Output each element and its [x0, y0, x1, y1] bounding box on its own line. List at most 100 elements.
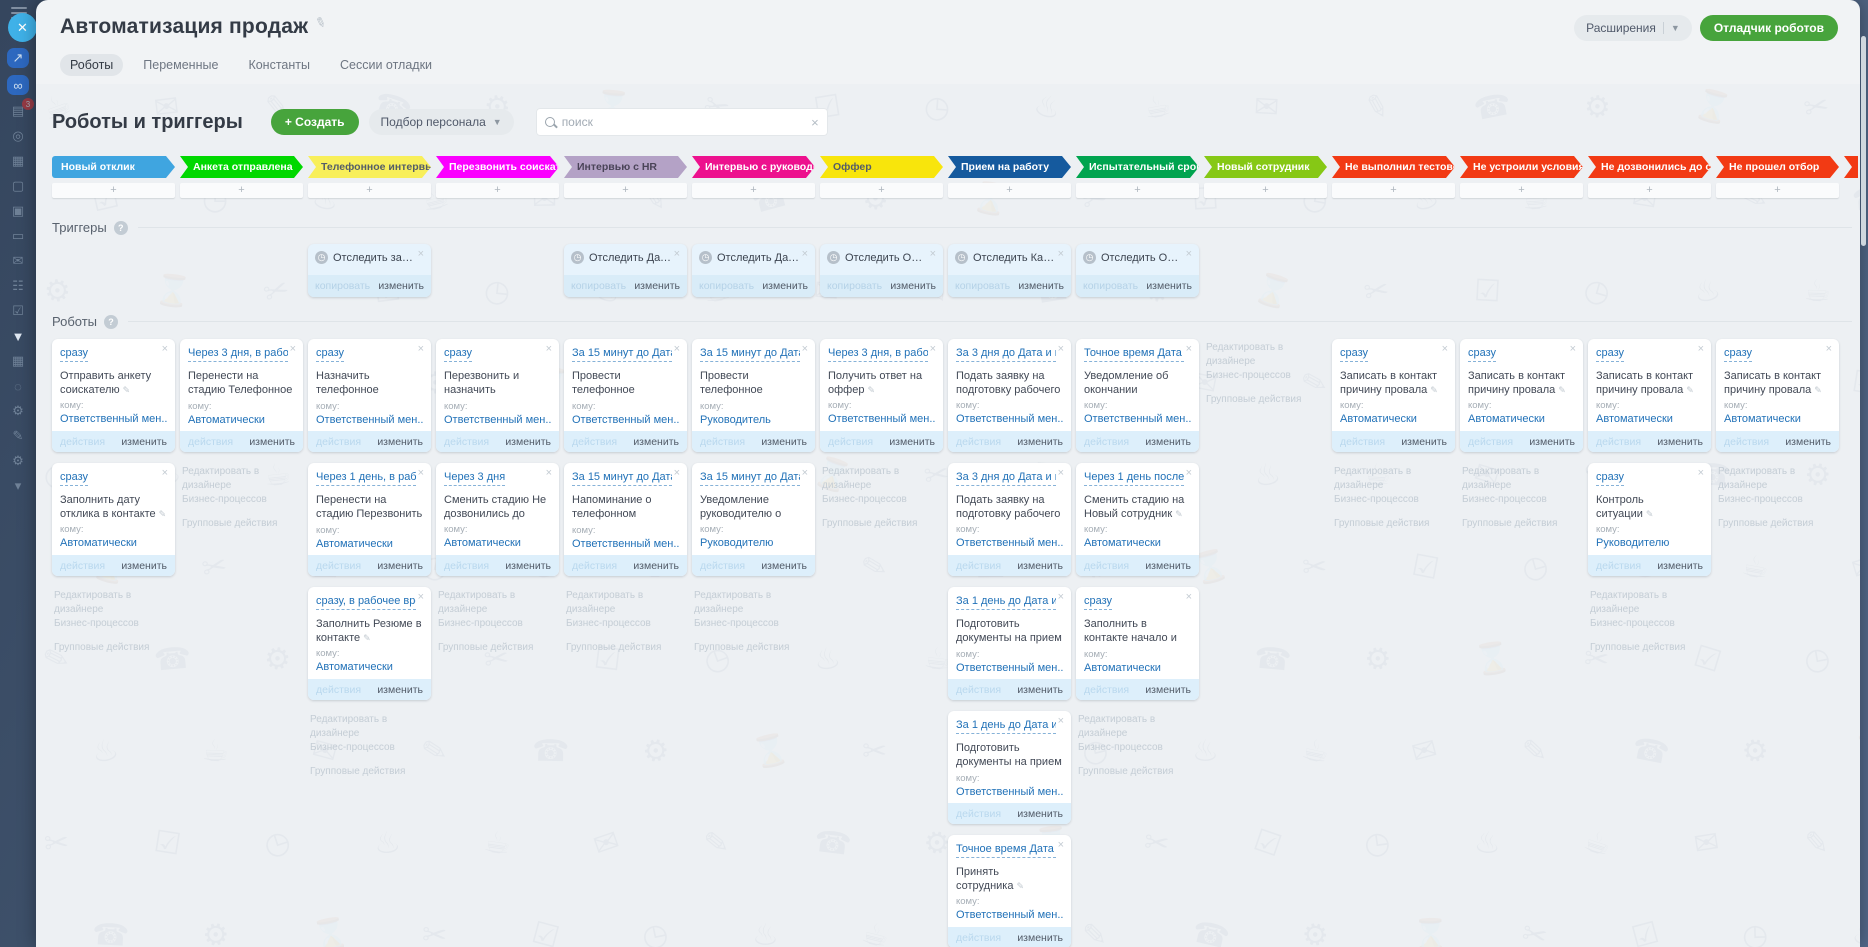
edit-link[interactable]: изменить	[1018, 280, 1064, 292]
close-icon[interactable]: ×	[802, 249, 808, 260]
mail-icon[interactable]: ✉	[7, 252, 29, 270]
crm-funnel-icon[interactable]: ▼	[7, 327, 29, 345]
trigger-card[interactable]: × ◷ Отследить Дату вс... копировать изменить	[564, 244, 687, 297]
robot-card[interactable]: ×Через 3 дня, в рабоче... Получить ответ …	[820, 339, 943, 452]
robot-actions-link[interactable]: действия	[1596, 436, 1641, 448]
robot-card[interactable]: × сразу Заполнить в контакте начало и окон…	[1076, 587, 1199, 700]
document-icon[interactable]: ▢	[7, 177, 29, 195]
group-actions-link[interactable]: Групповые действия	[1206, 393, 1325, 407]
close-icon[interactable]: ×	[1058, 249, 1064, 260]
add-robot-button[interactable]: +	[436, 183, 559, 198]
close-icon[interactable]: ×	[418, 344, 424, 355]
search-input[interactable]	[561, 115, 812, 129]
robot-edit-link[interactable]: изменить	[1017, 684, 1063, 696]
add-robot-button[interactable]: +	[1076, 183, 1199, 198]
close-icon[interactable]: ×	[418, 592, 424, 603]
close-icon[interactable]: ×	[674, 468, 680, 479]
target-icon[interactable]: ◎	[7, 127, 29, 145]
robot-delay-link[interactable]: сразу	[444, 346, 473, 362]
robot-edit-link[interactable]: изменить	[121, 436, 167, 448]
robot-card[interactable]: ×Точное время Дата и ... Принять сотрудни…	[948, 835, 1071, 947]
edit-pencil-icon[interactable]: ✎	[1686, 385, 1694, 395]
edit-pencil-icon[interactable]: ✎	[1646, 509, 1654, 519]
add-robot-button[interactable]: +	[308, 183, 431, 198]
close-icon[interactable]: ×	[674, 249, 680, 260]
robot-delay-link[interactable]: Через 3 дня, в рабоче...	[828, 346, 928, 362]
tasks-icon[interactable]: ☑	[7, 302, 29, 320]
robot-recipient-link[interactable]: Ответственный мен...	[956, 909, 1063, 921]
robot-delay-link[interactable]: сразу	[60, 470, 89, 486]
close-icon[interactable]: ×	[1186, 592, 1192, 603]
close-icon[interactable]: ×	[1442, 344, 1448, 355]
panel-scrollbar[interactable]	[1861, 36, 1866, 246]
robot-card[interactable]: × сразу Назначить телефонное интервью✎ кому…	[308, 339, 431, 452]
robot-recipient-link[interactable]: Автоматически	[316, 661, 423, 673]
group-actions-link[interactable]: Групповые действия	[1462, 517, 1581, 531]
edit-in-designer-link[interactable]: Редактировать в дизайнере	[1334, 465, 1453, 493]
business-processes-link[interactable]: Бизнес-процессов	[1590, 617, 1709, 631]
close-icon[interactable]: ×	[802, 468, 808, 479]
add-robot-button[interactable]: +	[180, 183, 303, 198]
business-processes-link[interactable]: Бизнес-процессов	[310, 741, 429, 755]
calendar2-icon[interactable]: ▦	[7, 352, 29, 370]
robot-card[interactable]: ×За 15 минут до Дата в... Уведомление рук…	[692, 463, 815, 576]
chat-icon[interactable]: ◌	[7, 377, 29, 395]
edit-in-designer-link[interactable]: Редактировать в дизайнере	[310, 713, 429, 741]
edit-in-designer-link[interactable]: Редактировать в дизайнере	[438, 589, 557, 617]
robot-edit-link[interactable]: изменить	[1145, 436, 1191, 448]
designer-note-links[interactable]: Редактировать в дизайнере Бизнес-процессо…	[1204, 339, 1327, 407]
designer-note-links[interactable]: Редактировать в дизайнере Бизнес-процессо…	[1716, 463, 1839, 531]
robot-recipient-link[interactable]: Автоматически	[1724, 413, 1831, 425]
copy-link[interactable]: копировать	[955, 280, 1010, 292]
robot-actions-link[interactable]: действия	[188, 436, 233, 448]
business-processes-link[interactable]: Бизнес-процессов	[1462, 493, 1581, 507]
tab-роботы[interactable]: Роботы	[60, 54, 124, 76]
robot-edit-link[interactable]: изменить	[1401, 436, 1447, 448]
robot-card[interactable]: × сразу Отправить анкету соискателю ✎ кому: О…	[52, 339, 175, 452]
business-processes-link[interactable]: Бизнес-процессов	[566, 617, 685, 631]
robot-card[interactable]: ×Через 1 день, в рабоч... Перенести на ст…	[308, 463, 431, 576]
designer-note-links[interactable]: Редактировать в дизайнере Бизнес-процессо…	[1588, 587, 1711, 655]
robot-recipient-link[interactable]: Автоматически	[316, 538, 423, 550]
robot-card[interactable]: × сразу Перезвонить и назначить телефонное…	[436, 339, 559, 452]
robot-card[interactable]: × Через 3 дня Сменить стадию Не дозвонилис…	[436, 463, 559, 576]
tab-переменные[interactable]: Переменные	[133, 54, 228, 76]
robot-card[interactable]: ×Точное время Дата ок... Уведомление об о…	[1076, 339, 1199, 452]
edit-link[interactable]: изменить	[378, 280, 424, 292]
edit-in-designer-link[interactable]: Редактировать в дизайнере	[694, 589, 813, 617]
close-icon[interactable]: ×	[162, 344, 168, 355]
add-robot-button[interactable]: +	[564, 183, 687, 198]
edit-in-designer-link[interactable]: Редактировать в дизайнере	[566, 589, 685, 617]
add-robot-button[interactable]: +	[820, 183, 943, 198]
robot-edit-link[interactable]: изменить	[1657, 560, 1703, 572]
robot-actions-link[interactable]: действия	[828, 436, 873, 448]
edit-pencil-icon[interactable]: ✎	[1558, 385, 1566, 395]
robot-actions-link[interactable]: действия	[1084, 684, 1129, 696]
robot-recipient-link[interactable]: Ответственный мен...	[444, 414, 551, 426]
robot-actions-link[interactable]: действия	[1724, 436, 1769, 448]
robot-actions-link[interactable]: действия	[1468, 436, 1513, 448]
edit-pencil-icon[interactable]: ✎	[1430, 385, 1438, 395]
robot-delay-link[interactable]: За 15 минут до Дата в...	[700, 470, 800, 486]
robot-edit-link[interactable]: изменить	[1145, 560, 1191, 572]
robot-actions-link[interactable]: действия	[444, 436, 489, 448]
group-actions-link[interactable]: Групповые действия	[822, 517, 941, 531]
designer-note-links[interactable]: Редактировать в дизайнере Бизнес-процессо…	[564, 587, 687, 655]
extensions-button[interactable]: Расширения ▼	[1574, 15, 1692, 41]
robot-edit-link[interactable]: изменить	[1145, 684, 1191, 696]
robot-recipient-link[interactable]: Ответственный мен...	[572, 414, 679, 426]
group-actions-link[interactable]: Групповые действия	[182, 517, 301, 531]
robot-recipient-link[interactable]: Ответственный мен...	[316, 414, 423, 426]
robot-edit-link[interactable]: изменить	[1657, 436, 1703, 448]
trigger-card[interactable]: × ◷ Отследить Отправ... копировать изменить	[820, 244, 943, 297]
add-robot-button[interactable]: +	[1716, 183, 1839, 198]
robot-card[interactable]: × сразу Записать в контакт причину провала…	[1332, 339, 1455, 452]
business-processes-link[interactable]: Бизнес-процессов	[1206, 369, 1325, 383]
robot-actions-link[interactable]: действия	[572, 436, 617, 448]
robot-edit-link[interactable]: изменить	[505, 560, 551, 572]
robot-edit-link[interactable]: изменить	[761, 436, 807, 448]
group-actions-link[interactable]: Групповые действия	[1590, 641, 1709, 655]
stage-chip[interactable]: Прием на работу	[948, 156, 1071, 178]
stage-chip[interactable]: Интервью с HR	[564, 156, 687, 178]
robot-actions-link[interactable]: действия	[700, 436, 745, 448]
